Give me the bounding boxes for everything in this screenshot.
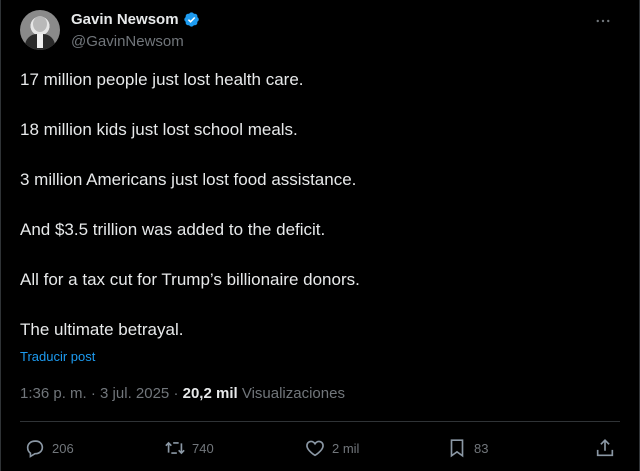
tweet-card: Gavin Newsom @GavinNewsom 17 million peo… <box>0 0 640 471</box>
share-button[interactable] <box>594 436 616 460</box>
divider <box>20 421 620 422</box>
tweet-line: All for a tax cut for Trump’s billionair… <box>20 270 360 289</box>
tweet-meta: 1:36 p. m. · 3 jul. 2025 · 20,2 mil Visu… <box>20 385 345 402</box>
reply-count: 206 <box>52 440 74 456</box>
like-count: 2 mil <box>332 440 360 456</box>
author-name[interactable]: Gavin Newsom <box>71 11 179 28</box>
views-label: Visualizaciones <box>241 385 345 402</box>
reply-button[interactable]: 206 <box>24 436 74 460</box>
author-name-row: Gavin Newsom <box>71 11 200 28</box>
author-handle[interactable]: @GavinNewsom <box>71 33 184 50</box>
repost-count: 740 <box>192 440 214 456</box>
bookmark-icon <box>450 439 464 458</box>
reply-icon <box>26 440 44 458</box>
tweet-line: 18 million kids just lost school meals. <box>20 120 298 139</box>
more-dots-icon <box>596 19 610 23</box>
avatar-shirt <box>37 34 43 48</box>
views-count: 20,2 mil <box>182 385 238 402</box>
like-button[interactable]: 2 mil <box>304 436 359 460</box>
heart-icon <box>306 440 324 457</box>
tweet-line: 3 million Americans just lost food assis… <box>20 170 357 189</box>
tweet-line: And $3.5 trillion was added to the defic… <box>20 220 326 239</box>
avatar-head <box>33 16 47 32</box>
repost-icon <box>165 441 185 455</box>
meta-separator: · <box>169 385 183 402</box>
tweet-time[interactable]: 1:36 p. m. <box>20 385 87 402</box>
bookmark-button[interactable]: 83 <box>446 436 488 460</box>
repost-button[interactable]: 740 <box>164 436 214 460</box>
meta-separator: · <box>86 385 101 402</box>
bookmark-count: 83 <box>474 440 489 456</box>
translate-post-link[interactable]: Traducir post <box>20 349 95 364</box>
action-bar: 206 740 2 mil 83 <box>20 436 620 460</box>
more-horizontal-icon[interactable] <box>591 9 615 33</box>
share-icon <box>596 439 614 457</box>
verified-badge-icon[interactable] <box>183 11 200 28</box>
tweet-line: 17 million people just lost health care. <box>20 70 304 89</box>
avatar[interactable] <box>20 10 60 50</box>
tweet-line: The ultimate betrayal. <box>20 320 184 339</box>
tweet-date[interactable]: 3 jul. 2025 <box>100 385 169 402</box>
